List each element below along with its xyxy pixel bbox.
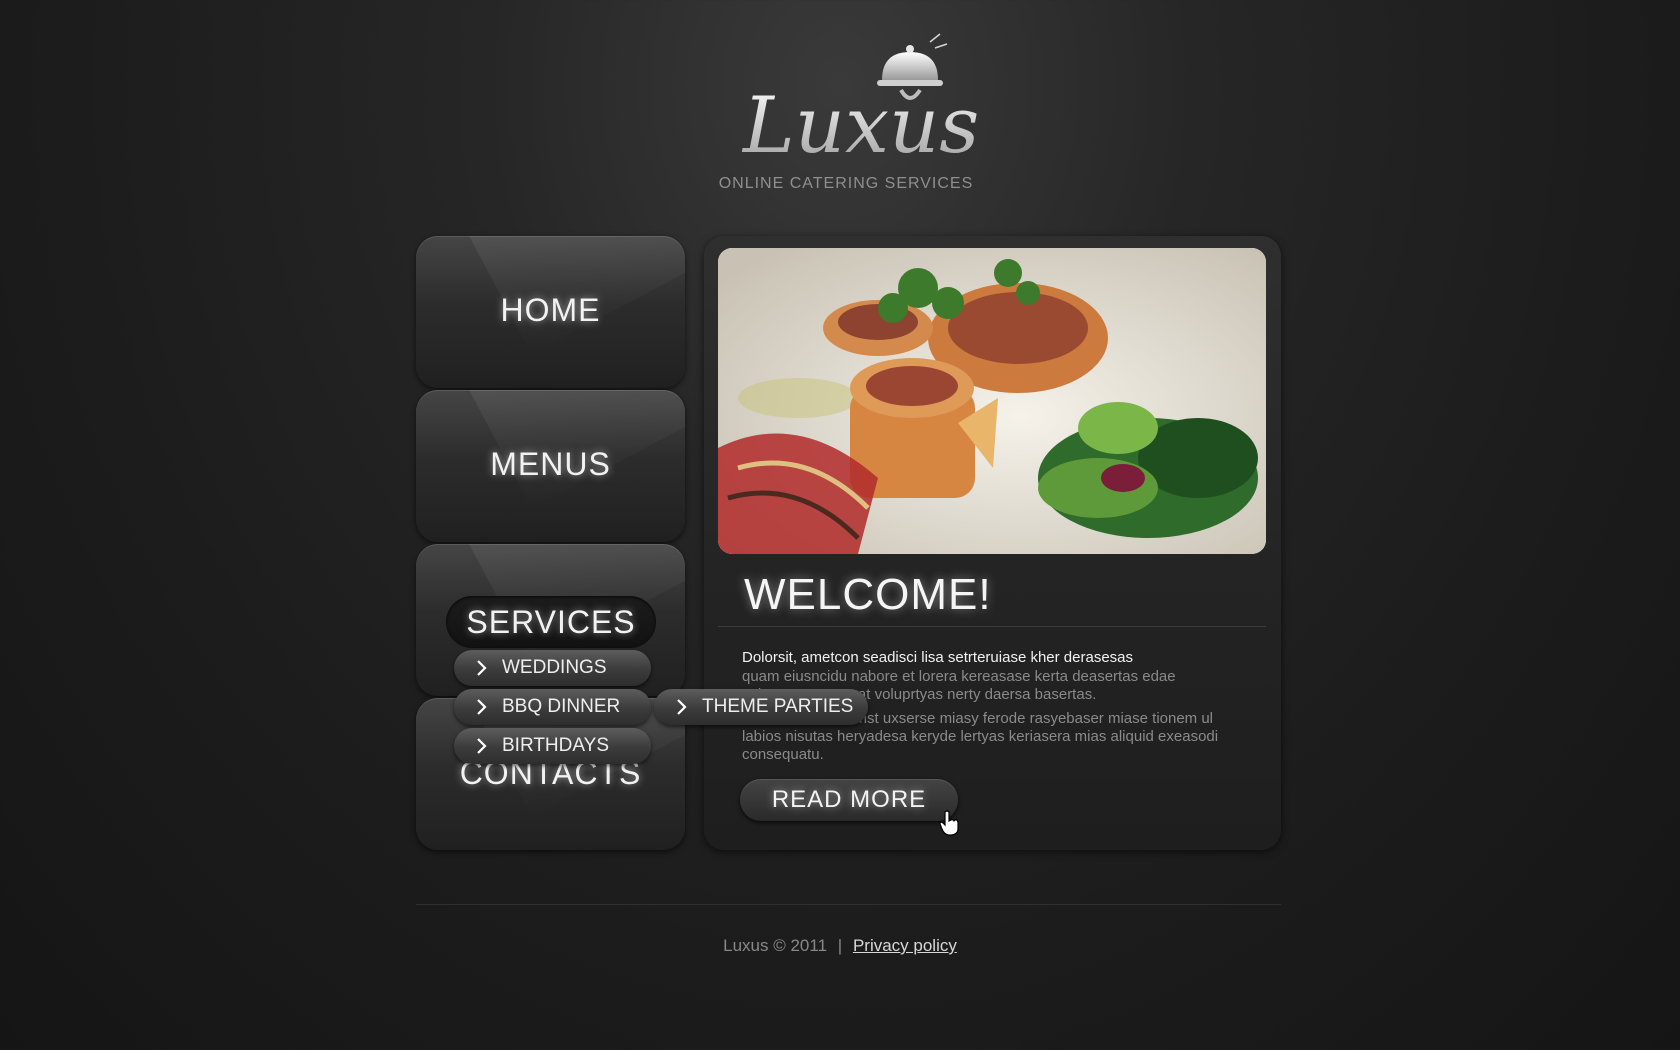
privacy-policy-link[interactable]: Privacy policy — [853, 936, 957, 955]
chevron-right-icon — [477, 660, 487, 676]
footer: Luxus © 2011 | Privacy policy — [0, 936, 1680, 956]
chevron-right-icon — [477, 699, 487, 715]
submenu-bbq-dinner[interactable]: BBQ DINNER — [454, 689, 651, 725]
nav-menus-label: MENUS — [490, 446, 611, 482]
tagline: ONLINE CATERING SERVICES — [718, 175, 974, 192]
chevron-right-icon — [477, 738, 487, 754]
nav-menus-tile[interactable]: MENUS — [416, 390, 685, 542]
submenu-bbq-dinner-label: BBQ DINNER — [502, 696, 621, 717]
submenu-theme-parties-label: THEME PARTIES — [702, 696, 854, 717]
submenu-theme-parties[interactable]: THEME PARTIES — [654, 689, 868, 725]
welcome-heading: WELCOME! — [744, 570, 992, 619]
submenu-weddings[interactable]: WEDDINGS — [454, 650, 651, 686]
footer-separator: | — [837, 936, 843, 955]
nav-home-label: HOME — [500, 292, 601, 328]
read-more-button[interactable]: READ MORE — [740, 779, 958, 821]
content-divider — [718, 626, 1266, 627]
submenu-birthdays[interactable]: BIRTHDAYS — [454, 728, 651, 764]
submenu-weddings-label: WEDDINGS — [502, 657, 607, 678]
lead-text: Dolorsit, ametcon seadisci lisa setrteru… — [742, 649, 1134, 666]
nav-services-label: SERVICES — [466, 604, 636, 640]
chevron-right-icon — [677, 699, 687, 715]
nav-home-tile[interactable]: HOME — [416, 236, 685, 388]
logo-text: Luxus — [741, 81, 979, 170]
submenu-birthdays-label: BIRTHDAYS — [502, 735, 609, 756]
footer-divider — [416, 904, 1281, 905]
hand-pointer-icon — [939, 810, 959, 836]
logo-mark: Luxus — [741, 33, 979, 170]
food-photo — [718, 248, 1266, 554]
footer-copyright: Luxus © 2011 — [723, 936, 828, 955]
